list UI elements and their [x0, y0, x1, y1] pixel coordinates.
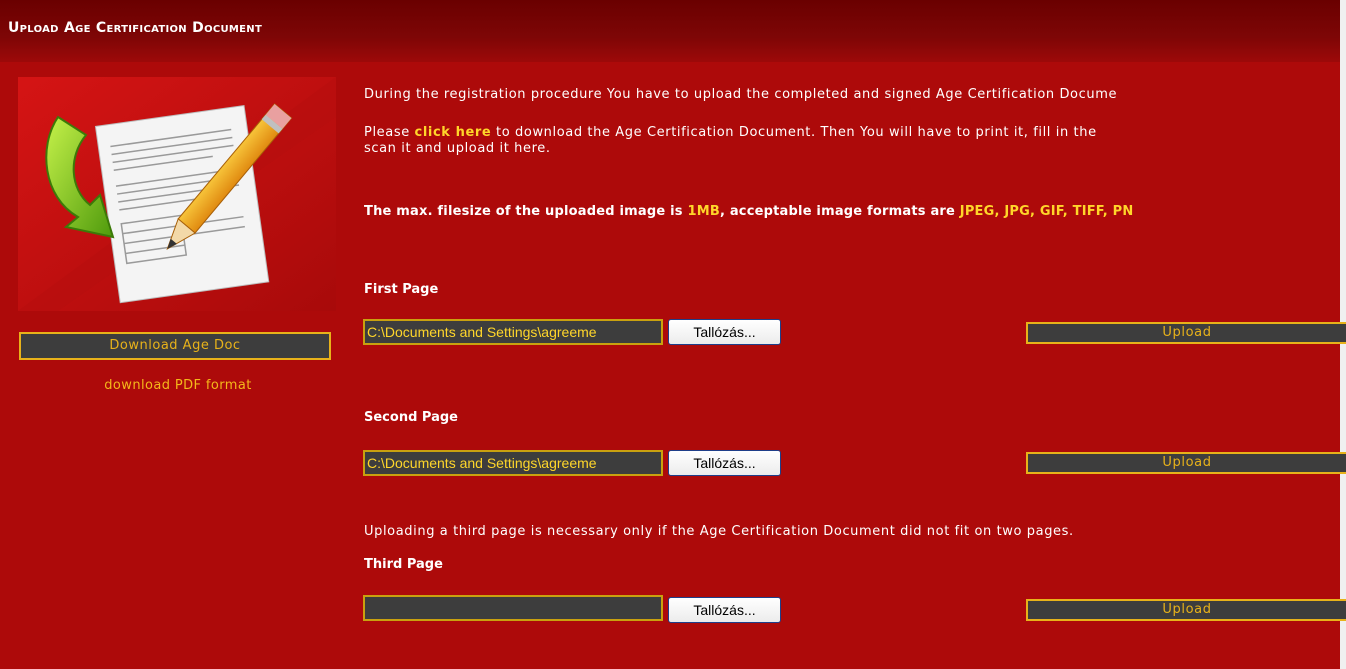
- limits-mid: , acceptable image formats are: [719, 204, 960, 219]
- instructions-suffix: to download the Age Certification Docume…: [491, 125, 1097, 140]
- download-pdf-link[interactable]: download PDF format: [18, 378, 338, 393]
- instructions-line3: scan it and upload it here.: [364, 141, 551, 156]
- third-page-file-input[interactable]: [363, 595, 663, 621]
- page-header: Upload Age Certification Document: [0, 0, 1346, 62]
- first-page-upload-button[interactable]: Upload: [1026, 322, 1346, 344]
- limits-formats: JPEG, JPG, GIF, TIFF, PN: [959, 204, 1134, 219]
- limits-prefix: The max. filesize of the uploaded image …: [364, 204, 688, 219]
- limits-size: 1MB: [687, 204, 720, 219]
- first-page-file-input[interactable]: C:\Documents and Settings\agreeme: [363, 319, 663, 345]
- file-limits-text: The max. filesize of the uploaded image …: [364, 204, 1133, 219]
- download-instructions: Please click here to download the Age Ce…: [364, 125, 1097, 157]
- page-title: Upload Age Certification Document: [8, 20, 263, 36]
- second-page-label: Second Page: [364, 410, 458, 425]
- third-page-note: Uploading a third page is necessary only…: [364, 524, 1074, 539]
- third-page-label: Third Page: [364, 557, 443, 572]
- click-here-link[interactable]: click here: [415, 125, 492, 140]
- instructions-prefix: Please: [364, 125, 415, 140]
- third-page-browse-button[interactable]: Tallózás...: [668, 597, 781, 623]
- first-page-browse-button[interactable]: Tallózás...: [668, 319, 781, 345]
- second-page-upload-button[interactable]: Upload: [1026, 452, 1346, 474]
- third-page-upload-button[interactable]: Upload: [1026, 599, 1346, 621]
- document-pencil-arrow-icon: [18, 77, 336, 311]
- second-page-browse-button[interactable]: Tallózás...: [668, 450, 781, 476]
- intro-text: During the registration procedure You ha…: [364, 87, 1118, 102]
- download-age-doc-button[interactable]: Download Age Doc: [19, 332, 331, 360]
- second-page-file-input[interactable]: C:\Documents and Settings\agreeme: [363, 450, 663, 476]
- first-page-label: First Page: [364, 282, 439, 297]
